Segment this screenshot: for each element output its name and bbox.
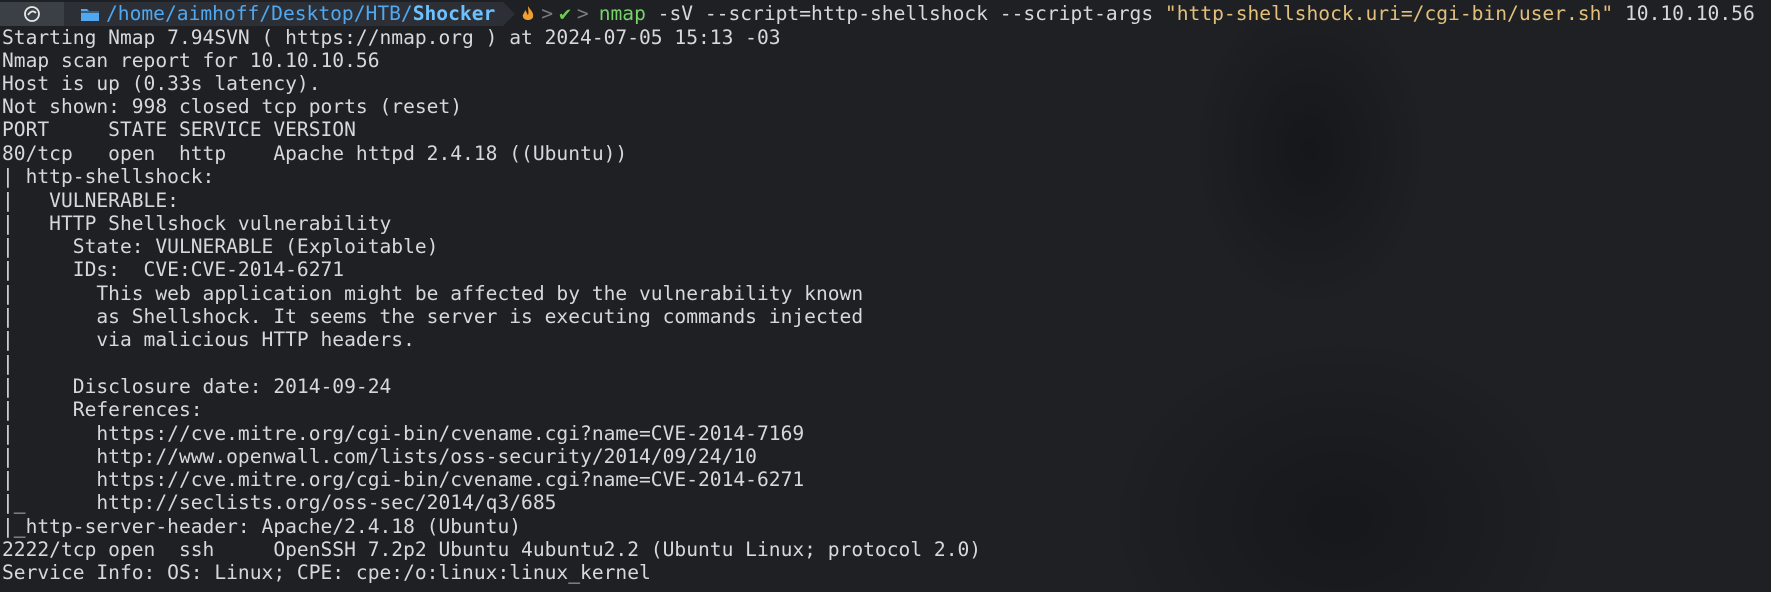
output-line: | http://www.openwall.com/lists/oss-secu… xyxy=(2,445,757,468)
chevron-right-icon: > xyxy=(541,2,554,25)
output-line: | http-shellshock: xyxy=(2,165,215,188)
command-line[interactable]: nmap -sV --script=http-shellshock --scri… xyxy=(599,2,1755,26)
output-line: | Disclosure date: 2014-09-24 xyxy=(2,375,392,398)
output-line: Host is up (0.33s latency). xyxy=(2,72,321,95)
path-parent: /home/aimhoff/Desktop/HTB/ xyxy=(106,2,413,25)
success-check-icon: ✔ xyxy=(559,2,571,25)
prompt-path-segment: /home/aimhoff/Desktop/HTB/Shocker xyxy=(64,2,516,26)
output-line: | References: xyxy=(2,398,203,421)
output-line: | VULNERABLE: xyxy=(2,189,179,212)
output-line: |_ http://seclists.org/oss-sec/2014/q3/6… xyxy=(2,491,557,514)
output-line: Not shown: 998 closed tcp ports (reset) xyxy=(2,95,463,118)
fire-icon xyxy=(523,6,534,20)
output-line: | State: VULNERABLE (Exploitable) xyxy=(2,235,439,258)
output-line: | https://cve.mitre.org/cgi-bin/cvename.… xyxy=(2,468,805,491)
output-line: | as Shellshock. It seems the server is … xyxy=(2,305,864,328)
command-quoted-arg: "http-shellshock.uri=/cgi-bin/user.sh" xyxy=(1164,2,1614,25)
prompt-path: /home/aimhoff/Desktop/HTB/Shocker xyxy=(106,2,495,26)
command-target: 10.10.10.56 xyxy=(1613,2,1755,25)
output-line: |_http-server-header: Apache/2.4.18 (Ubu… xyxy=(2,515,522,538)
output-line: | via malicious HTTP headers. xyxy=(2,328,415,351)
prompt-os-segment xyxy=(0,2,76,26)
output-line: Service Info: OS: Linux; CPE: cpe:/o:lin… xyxy=(2,561,651,584)
path-current: Shocker xyxy=(412,2,496,25)
output-line: Nmap scan report for 10.10.10.56 xyxy=(2,49,380,72)
command-name: nmap xyxy=(598,2,646,25)
prompt-status-segment: > ✔ > xyxy=(503,2,598,26)
output-line: 80/tcp open http Apache httpd 2.4.18 ((U… xyxy=(2,142,628,165)
output-line: | https://cve.mitre.org/cgi-bin/cvename.… xyxy=(2,422,805,445)
folder-icon xyxy=(81,9,99,21)
terminal-window[interactable]: /home/aimhoff/Desktop/HTB/Shocker > ✔ > … xyxy=(0,0,1771,592)
shell-prompt: /home/aimhoff/Desktop/HTB/Shocker > ✔ > … xyxy=(0,2,1755,26)
command-args: -sV --script=http-shellshock --script-ar… xyxy=(645,2,1165,25)
output-line: PORT STATE SERVICE VERSION xyxy=(2,118,356,141)
output-line: 2222/tcp open ssh OpenSSH 7.2p2 Ubuntu 4… xyxy=(2,538,982,561)
output-line: | This web application might be affected… xyxy=(2,282,864,305)
output-line: | xyxy=(2,352,14,375)
chevron-right-icon: > xyxy=(576,2,589,25)
output-line: Starting Nmap 7.94SVN ( https://nmap.org… xyxy=(2,26,781,49)
output-line: | HTTP Shellshock vulnerability xyxy=(2,212,392,235)
output-line: | IDs: CVE:CVE-2014-6271 xyxy=(2,258,345,281)
os-logo-icon xyxy=(24,6,40,22)
